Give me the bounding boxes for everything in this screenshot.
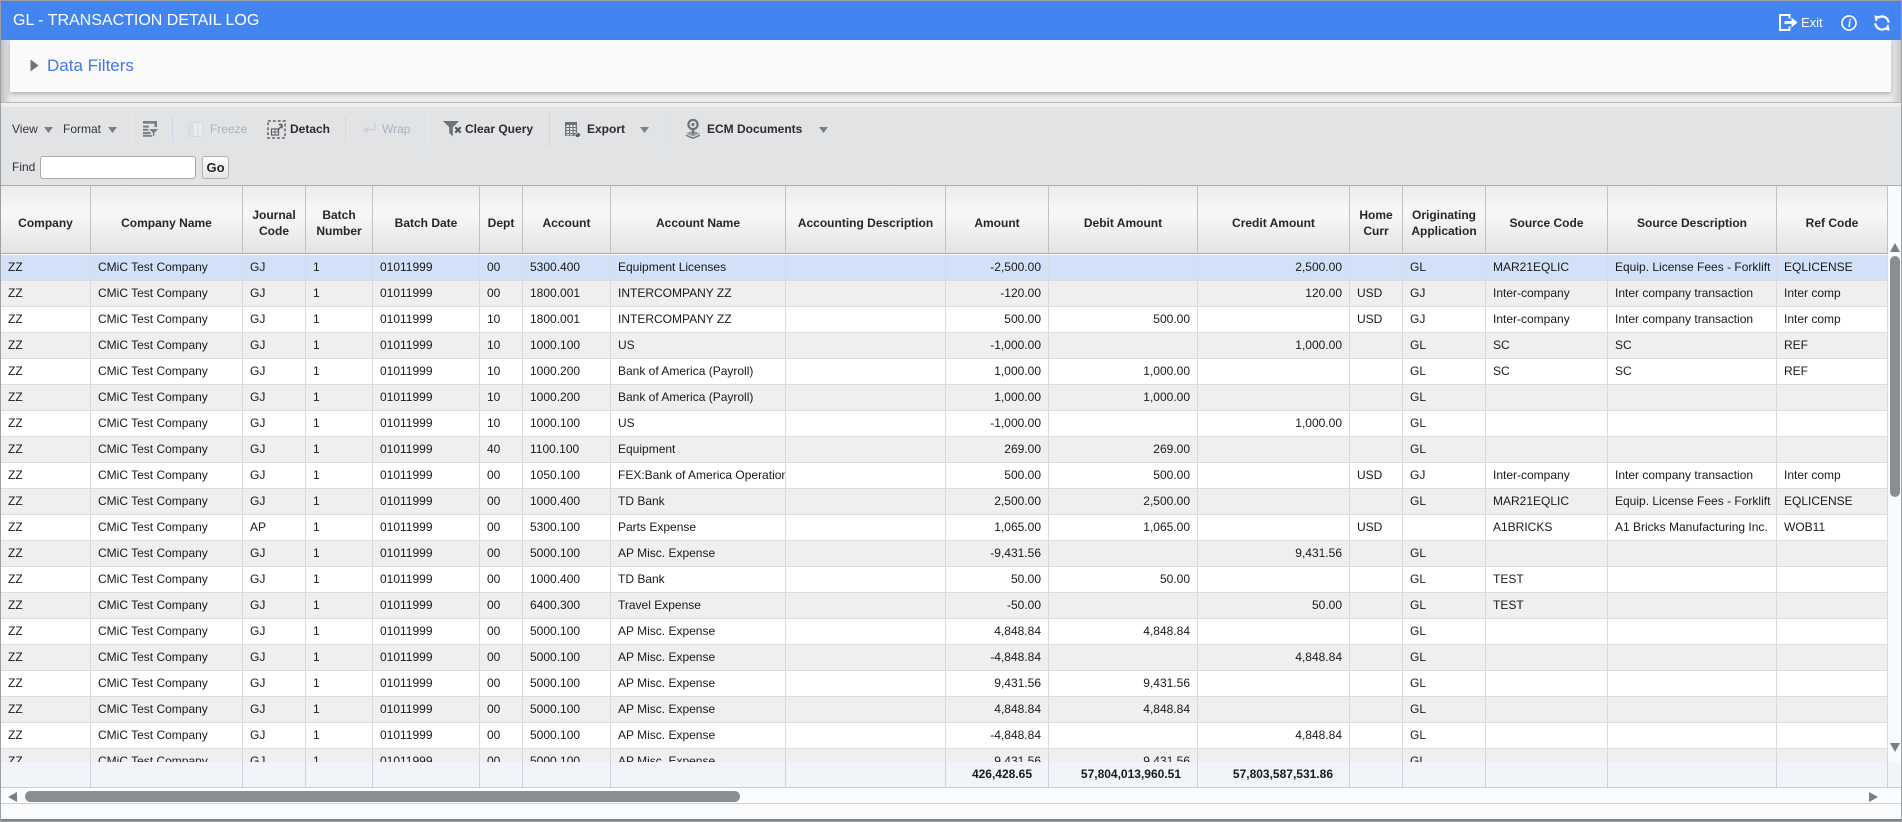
svg-text:i: i bbox=[1848, 18, 1852, 30]
